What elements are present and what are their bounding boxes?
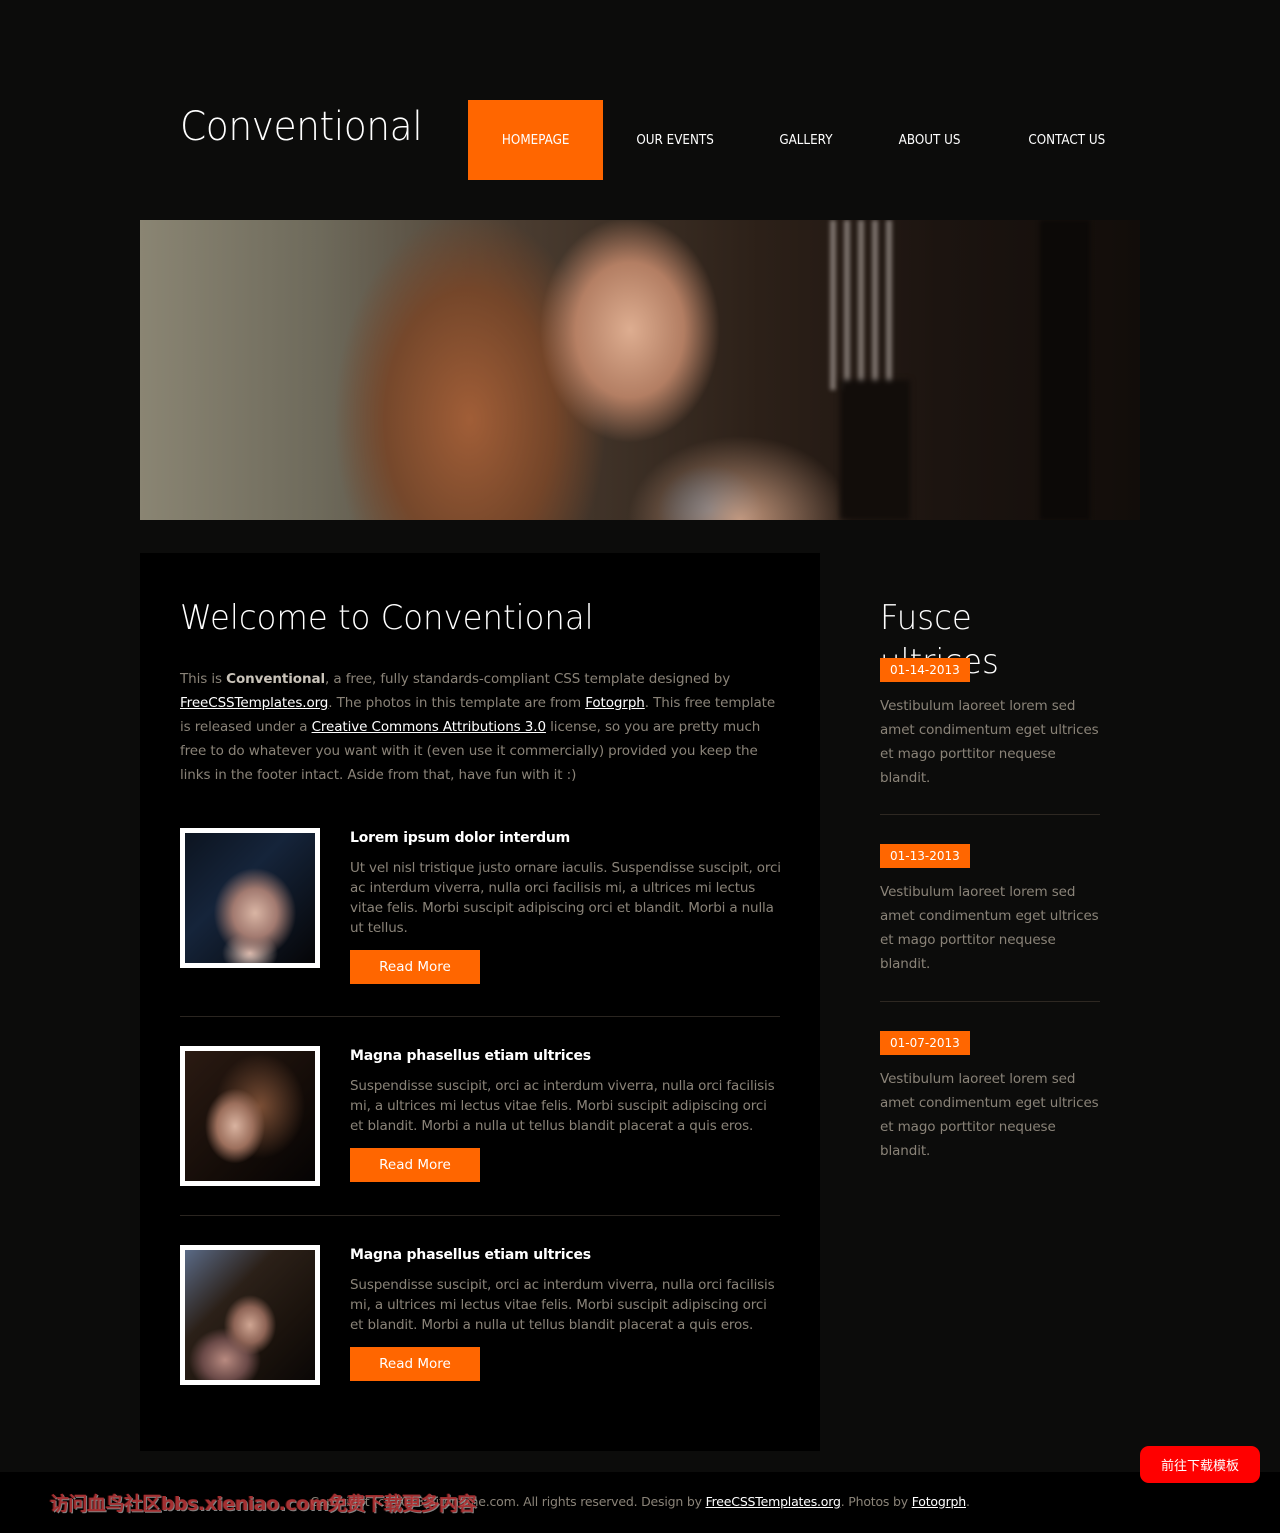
post-text: Ut vel nisl tristique justo ornare iacul… xyxy=(350,860,781,936)
banner-image xyxy=(140,220,1140,520)
creative-commons-link[interactable]: Creative Commons Attributions 3.0 xyxy=(312,719,546,735)
post-divider xyxy=(180,1016,780,1017)
woman-brown-hair-photo xyxy=(185,1051,315,1181)
news-text: Vestibulum laoreet lorem sed amet condim… xyxy=(880,698,1099,786)
post-thumbnail[interactable] xyxy=(180,828,320,968)
post-text: Suspendisse suscipit, orci ac interdum v… xyxy=(350,1277,775,1333)
menu-item-gallery[interactable]: GALLERY xyxy=(747,100,865,180)
footer-freecsstemplates-link[interactable]: FreeCSSTemplates.org xyxy=(706,1494,841,1509)
news-divider xyxy=(880,1001,1100,1002)
post-divider xyxy=(180,1215,780,1216)
news-date-badge: 01-07-2013 xyxy=(880,1031,970,1055)
menu-item-contact-us[interactable]: CONTACT US xyxy=(994,100,1140,180)
menu-item-about-us[interactable]: ABOUT US xyxy=(865,100,994,180)
menu-item-homepage[interactable]: HOMEPAGE xyxy=(468,100,603,180)
menu-item-our-events[interactable]: OUR EVENTS xyxy=(603,100,747,180)
freecsstemplates-link[interactable]: FreeCSSTemplates.org xyxy=(180,695,328,711)
post-body: Magna phasellus etiam ultrices Suspendis… xyxy=(350,1245,782,1381)
fotogrph-link[interactable]: Fotogrph xyxy=(585,695,645,711)
read-more-button[interactable]: Read More xyxy=(350,1148,480,1182)
watermark-overlay: 访问血鸟社区bbs.xieniao.com免费下载更多内容 xyxy=(50,1493,477,1515)
post-thumbnail[interactable] xyxy=(180,1245,320,1385)
post-title[interactable]: Lorem ipsum dolor interdum xyxy=(350,828,782,848)
news-item: 01-13-2013 Vestibulum laoreet lorem sed … xyxy=(880,844,1100,976)
footer-fotogrph-link[interactable]: Fotogrph xyxy=(912,1494,966,1509)
news-date-badge: 01-14-2013 xyxy=(880,658,970,682)
page-title: Welcome to Conventional xyxy=(180,598,594,638)
woman-dark-hair-photo xyxy=(185,833,315,963)
read-more-button[interactable]: Read More xyxy=(350,950,480,984)
banner-decor-sticks xyxy=(830,220,900,390)
news-item: 01-07-2013 Vestibulum laoreet lorem sed … xyxy=(880,1031,1100,1163)
download-template-button[interactable]: 前往下载模板 xyxy=(1140,1446,1260,1483)
sidebar: Fusce ultrices 01-14-2013 Vestibulum lao… xyxy=(880,553,1100,1159)
post-text: Suspendisse suscipit, orci ac interdum v… xyxy=(350,1078,775,1134)
read-more-button[interactable]: Read More xyxy=(350,1347,480,1381)
news-divider xyxy=(880,814,1100,815)
post-body: Magna phasellus etiam ultrices Suspendis… xyxy=(350,1046,782,1182)
woman-scarf-photo xyxy=(185,1250,315,1380)
news-date-badge: 01-13-2013 xyxy=(880,844,970,868)
main-menu: HOMEPAGE OUR EVENTS GALLERY ABOUT US CON… xyxy=(468,100,1140,180)
banner-decor-guitar xyxy=(1040,220,1090,520)
post-thumbnail[interactable] xyxy=(180,1046,320,1186)
intro-bold-name: Conventional xyxy=(226,671,326,687)
post-title[interactable]: Magna phasellus etiam ultrices xyxy=(350,1046,782,1066)
intro-paragraph: This is Conventional, a free, fully stan… xyxy=(180,671,776,783)
header: Conventional HOMEPAGE OUR EVENTS GALLERY… xyxy=(140,100,1140,180)
news-text: Vestibulum laoreet lorem sed amet condim… xyxy=(880,1071,1099,1159)
post-title[interactable]: Magna phasellus etiam ultrices xyxy=(350,1245,782,1265)
site-logo[interactable]: Conventional xyxy=(180,104,423,150)
news-text: Vestibulum laoreet lorem sed amet condim… xyxy=(880,884,1099,972)
banner-decor-vase xyxy=(840,380,910,520)
news-item: 01-14-2013 Vestibulum laoreet lorem sed … xyxy=(880,658,1100,790)
post-body: Lorem ipsum dolor interdum Ut vel nisl t… xyxy=(350,828,782,984)
